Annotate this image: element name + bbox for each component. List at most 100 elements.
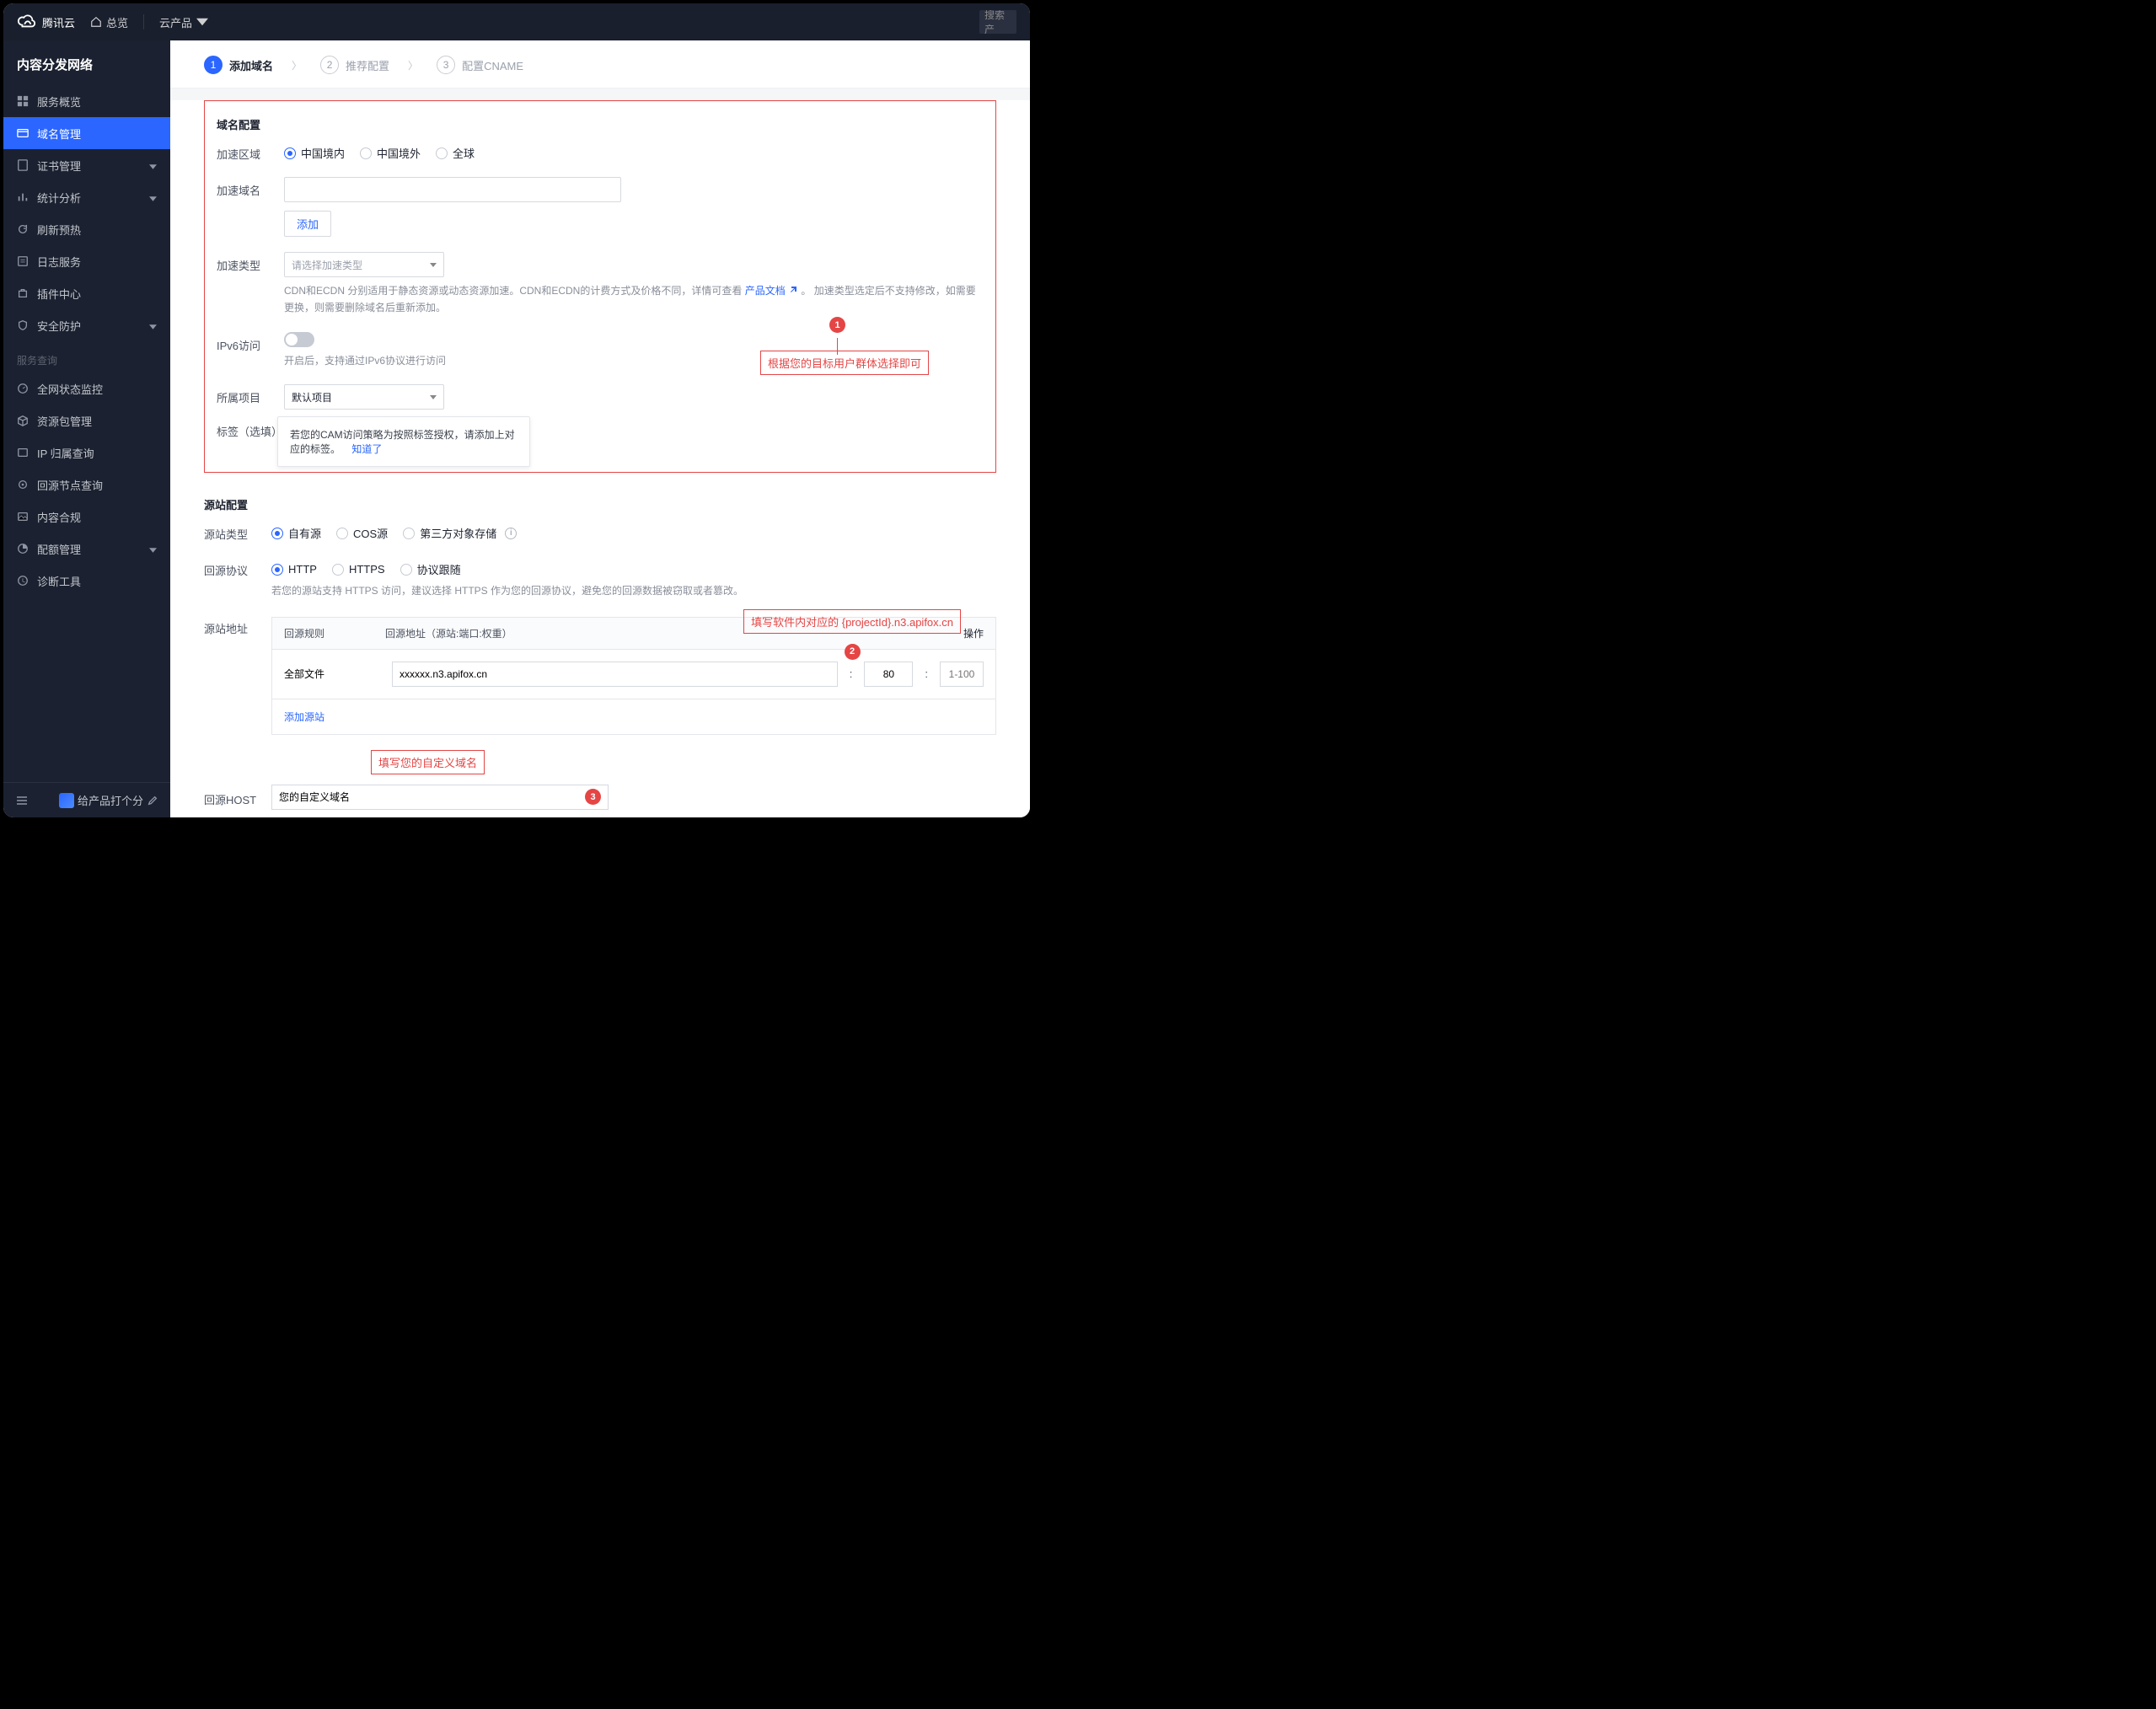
- body: 内容分发网络 服务概览 域名管理 证书管理 统计分析 刷新预热: [3, 40, 1030, 817]
- sidebar-footer: 给产品打个分: [3, 782, 170, 817]
- field-label: 加速类型: [217, 252, 284, 273]
- ipv6-toggle[interactable]: [284, 332, 314, 347]
- origin-weight-input[interactable]: [940, 662, 984, 687]
- annotation-number-badge: 3: [585, 789, 601, 805]
- sidebar-item-node[interactable]: 回源节点查询: [3, 469, 170, 501]
- diag-icon: [17, 575, 29, 587]
- row-project: 所属项目 默认项目: [217, 384, 985, 410]
- row-host-help: 回源HOST是回源时在源站访问的站点域名。 什么是回源HOST？ 请确保您配置的…: [204, 812, 996, 817]
- field-label: 源站类型: [204, 521, 271, 542]
- radio-region-global[interactable]: 全球: [436, 145, 475, 161]
- product-doc-link[interactable]: 产品文档: [745, 285, 798, 297]
- main-content: 1 添加域名 〉 2 推荐配置 〉 3 配置CNAME 域名配置: [170, 40, 1030, 817]
- radio-label: COS源: [353, 525, 388, 541]
- sidebar-item-content[interactable]: 内容合规: [3, 501, 170, 533]
- radio-origin-self[interactable]: 自有源: [271, 525, 321, 541]
- tooltip-text: 若您的CAM访问策略为按照标签授权，请添加上对应的标签。: [290, 429, 515, 455]
- project-select[interactable]: 默认项目: [284, 384, 444, 410]
- origin-port-input[interactable]: [864, 662, 913, 687]
- add-origin-link[interactable]: 添加源站: [284, 711, 324, 723]
- origin-addr-input[interactable]: [392, 662, 838, 687]
- sidebar-item-security[interactable]: 安全防护: [3, 309, 170, 341]
- tooltip-dismiss-link[interactable]: 知道了: [351, 443, 382, 455]
- radio-dot-icon: [332, 564, 344, 576]
- chevron-down-icon: [196, 16, 208, 28]
- region-radio-group: 中国境内 中国境外 全球: [284, 141, 985, 161]
- sidebar-title: 内容分发网络: [3, 40, 170, 85]
- sidebar-item-plugin[interactable]: 插件中心: [3, 277, 170, 309]
- section-title-domain: 域名配置: [217, 113, 985, 141]
- sidebar-label: 插件中心: [37, 286, 81, 302]
- add-domain-button[interactable]: 添加: [284, 211, 331, 237]
- sidebar-item-monitor[interactable]: 全网状态监控: [3, 372, 170, 404]
- image-icon: [17, 511, 29, 522]
- cloud-icon: [17, 13, 35, 31]
- sidebar-item-log[interactable]: 日志服务: [3, 245, 170, 277]
- nav-products[interactable]: 云产品: [159, 14, 208, 30]
- radio-label: 第三方对象存储: [420, 525, 496, 541]
- field-label: 加速区域: [217, 141, 284, 162]
- sidebar-label: IP 归属查询: [37, 445, 94, 461]
- step-number: 2: [320, 56, 339, 74]
- sidebar-item-stats[interactable]: 统计分析: [3, 181, 170, 213]
- radio-region-cn[interactable]: 中国境内: [284, 145, 345, 161]
- sidebar-item-refresh[interactable]: 刷新预热: [3, 213, 170, 245]
- step-indicator: 1 添加域名 〉 2 推荐配置 〉 3 配置CNAME: [170, 40, 1030, 88]
- origin-host-input[interactable]: [271, 785, 609, 810]
- chevron-down-icon: [430, 395, 437, 399]
- global-search[interactable]: 搜索产: [979, 10, 1016, 34]
- annotation-3-wrapper: 填写您的自定义域名: [204, 750, 996, 779]
- radio-origin-3rd[interactable]: 第三方对象存储 i: [403, 525, 517, 541]
- info-icon[interactable]: i: [505, 528, 517, 539]
- th-rule: 回源规则: [284, 626, 385, 640]
- step-1[interactable]: 1 添加域名: [204, 56, 273, 74]
- package-icon: [17, 415, 29, 426]
- field-label: IPv6访问: [217, 332, 284, 353]
- radio-proto-http[interactable]: HTTP: [271, 563, 317, 576]
- radio-dot-icon: [271, 528, 283, 539]
- step-label: 推荐配置: [346, 57, 389, 73]
- sidebar-item-domain[interactable]: 域名管理: [3, 117, 170, 149]
- collapse-icon[interactable]: [15, 794, 29, 807]
- radio-region-overseas[interactable]: 中国境外: [360, 145, 421, 161]
- annotation-2: 填写软件内对应的 {projectId}.n3.apifox.cn 2: [743, 609, 961, 653]
- th-op: 操作: [958, 626, 984, 640]
- brand-logo[interactable]: 腾讯云: [17, 13, 75, 31]
- radio-dot-icon: [284, 147, 296, 159]
- sidebar: 内容分发网络 服务概览 域名管理 证书管理 统计分析 刷新预热: [3, 40, 170, 817]
- sidebar-item-ip[interactable]: IP 归属查询: [3, 437, 170, 469]
- sidebar-item-package[interactable]: 资源包管理: [3, 404, 170, 437]
- accel-type-select[interactable]: 请选择加速类型: [284, 252, 444, 277]
- sidebar-item-quota[interactable]: 配额管理: [3, 533, 170, 565]
- chevron-down-icon: [430, 263, 437, 267]
- cell-rule: 全部文件: [284, 667, 385, 681]
- nav-home[interactable]: 总览: [90, 14, 128, 30]
- sidebar-item-diag[interactable]: 诊断工具: [3, 565, 170, 597]
- rate-product[interactable]: 给产品打个分: [61, 792, 158, 808]
- form-card: 域名配置 加速区域 中国境内 中国境外 全球 加速域名 添加: [170, 100, 1030, 817]
- select-placeholder: 请选择加速类型: [292, 258, 362, 272]
- sidebar-item-cert[interactable]: 证书管理: [3, 149, 170, 181]
- globe-icon: [17, 127, 29, 139]
- sidebar-label: 资源包管理: [37, 413, 92, 429]
- sidebar-label: 服务概览: [37, 94, 81, 110]
- cam-tooltip: 若您的CAM访问策略为按照标签授权，请添加上对应的标签。 知道了: [277, 416, 530, 467]
- sidebar-label: 统计分析: [37, 190, 81, 206]
- domain-input[interactable]: [284, 177, 621, 202]
- step-number: 3: [437, 56, 455, 74]
- radio-dot-icon: [400, 564, 412, 576]
- row-origin-host: 回源HOST 3: [204, 785, 996, 810]
- row-origin-proto: 回源协议 HTTP HTTPS 协议跟随 若您的源站支持 HTTPS 访问，建议…: [204, 557, 996, 599]
- select-value: 默认项目: [292, 390, 332, 404]
- step-label: 配置CNAME: [462, 57, 523, 73]
- step-3[interactable]: 3 配置CNAME: [437, 56, 523, 74]
- radio-label: 中国境内: [301, 145, 345, 161]
- annotation-1: 1 根据您的目标用户群体选择即可: [829, 317, 845, 355]
- sidebar-item-overview[interactable]: 服务概览: [3, 85, 170, 117]
- field-label: 源站地址: [204, 615, 271, 636]
- radio-origin-cos[interactable]: COS源: [336, 525, 388, 541]
- radio-proto-https[interactable]: HTTPS: [332, 563, 385, 576]
- search-placeholder: 搜索产: [984, 10, 1011, 34]
- radio-proto-follow[interactable]: 协议跟随: [400, 561, 461, 577]
- step-2[interactable]: 2 推荐配置: [320, 56, 389, 74]
